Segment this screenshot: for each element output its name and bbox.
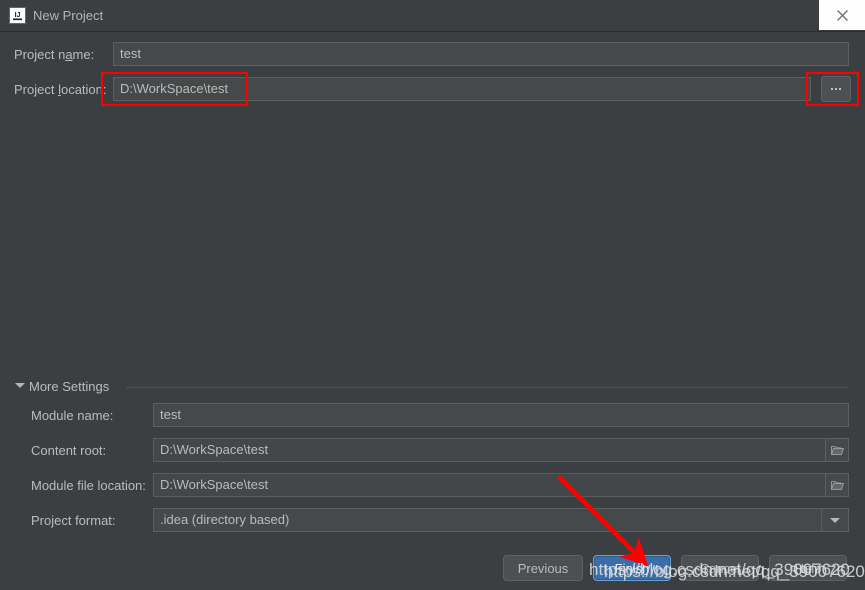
svg-text:IJ: IJ [15,12,21,19]
content-root-folder-icon[interactable] [825,438,849,462]
more-settings-label[interactable]: More Settings [29,379,109,395]
more-settings-divider [126,387,849,388]
module-name-label: Module name: [31,408,114,423]
module-file-location-label: Module file location: [31,478,146,493]
project-format-label: Project format: [31,513,116,528]
content-root-input[interactable]: D:\WorkSpace\test [153,438,826,462]
help-button-label: Help [794,560,822,576]
project-name-input[interactable]: test [113,42,849,66]
cancel-button[interactable]: Cancel [681,555,759,581]
close-icon[interactable] [819,0,865,30]
window-title: New Project [33,8,104,23]
project-location-input[interactable]: D:\WorkSpace\test [113,77,811,101]
chevron-down-icon[interactable] [821,508,849,532]
finish-button[interactable]: Finish [593,555,671,581]
intellij-idea-icon: IJ [9,7,26,24]
new-project-dialog: IJ New Project Project name: test Projec… [0,0,865,590]
help-button[interactable]: Help [769,555,847,581]
finish-button-label: Finish [614,560,650,576]
content-root-label: Content root: [31,443,107,458]
more-settings-toggle-icon[interactable] [15,383,25,388]
module-name-input[interactable]: test [153,403,849,427]
cancel-button-label: Cancel [699,560,741,576]
project-location-label: Project location: [14,82,107,97]
project-name-label: Project name: [14,47,95,62]
module-file-location-folder-icon[interactable] [825,473,849,497]
module-file-location-input[interactable]: D:\WorkSpace\test [153,473,826,497]
ellipsis-icon [831,88,841,90]
project-format-select[interactable]: .idea (directory based) [153,508,849,532]
browse-location-button[interactable] [821,76,851,102]
previous-button-label: Previous [517,560,569,576]
title-bar: IJ New Project [0,0,865,32]
previous-button[interactable]: Previous [503,555,583,581]
